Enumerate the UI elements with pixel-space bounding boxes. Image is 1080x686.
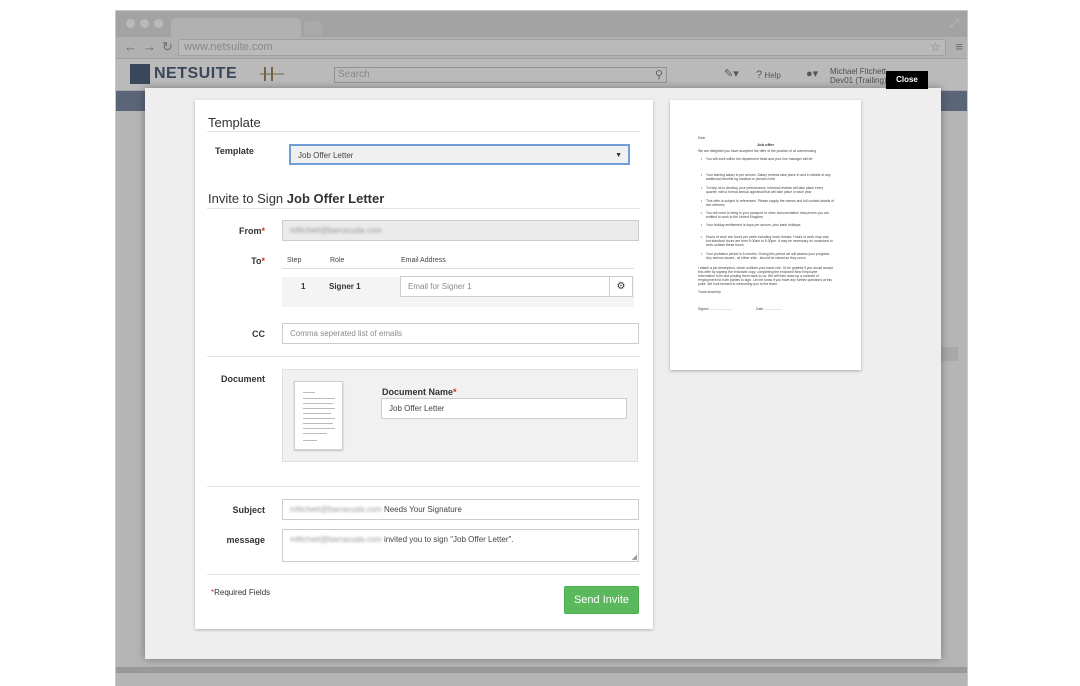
subject-sender: mfitchett@barracuda.com (290, 505, 382, 514)
document-name-input[interactable]: Job Offer Letter (381, 398, 627, 419)
invite-form-panel: Template Template Job Offer Letter ▼ Inv… (195, 100, 653, 629)
thumb-line (303, 398, 335, 399)
thumb-line (303, 413, 331, 414)
template-label: Template (215, 146, 254, 156)
preview-title: Job offer (756, 142, 775, 147)
signer-step: 1 (301, 282, 306, 291)
to-label: To* (215, 256, 265, 266)
preview-item: This offer is subject to references. Ple… (706, 199, 834, 207)
message-textarea[interactable]: mfitchett@barracuda.com invited you to s… (282, 529, 639, 562)
preview-item-bullet: • (701, 235, 703, 239)
preview-item-bullet: • (701, 186, 703, 190)
preview-greeting: Dear (698, 136, 706, 140)
thumb-line (303, 428, 335, 429)
preview-item-bullet: • (701, 199, 703, 203)
required-fields-note: *Required Fields (211, 588, 270, 597)
thumb-line (303, 408, 335, 409)
thumb-line (303, 392, 315, 393)
preview-item: Hours of work are hours per week includi… (706, 235, 833, 247)
thumb-line (303, 423, 333, 424)
invite-heading-doc: Job Offer Letter (286, 191, 385, 206)
cc-label: CC (252, 329, 265, 339)
sign-invite-dialog: Template Template Job Offer Letter ▼ Inv… (145, 88, 941, 659)
message-rest: invited you to sign "Job Offer Letter". (381, 535, 514, 544)
step-column-header: Step (287, 257, 302, 264)
template-selected-value: Job Offer Letter (298, 151, 354, 160)
subject-label: Subject (232, 505, 265, 515)
thumb-line (303, 433, 327, 434)
divider (207, 356, 640, 357)
from-field: mfitchett@barracuda.com (282, 220, 639, 241)
preview-signoff: Yours sincerely (698, 290, 721, 294)
cc-input[interactable]: Comma seperated list of emails (282, 323, 639, 344)
invite-heading: Invite to Sign Job Offer Letter (208, 191, 384, 206)
required-asterisk: * (453, 387, 457, 397)
invite-heading-prefix: Invite to Sign (208, 191, 287, 206)
preview-intro: We are delighted you have accepted the o… (698, 149, 817, 153)
preview-item-bullet: • (701, 252, 703, 256)
message-sender: mfitchett@barracuda.com (290, 535, 382, 544)
document-label: Document (220, 374, 265, 384)
table-divider (282, 268, 634, 269)
send-invite-button[interactable]: Send Invite (564, 586, 639, 614)
close-button[interactable]: Close (886, 71, 928, 89)
from-label-text: From (238, 226, 262, 236)
document-name-label: Document Name* (382, 387, 457, 397)
from-label: From* (215, 226, 265, 236)
template-heading: Template (208, 115, 261, 130)
document-name-label-text: Document Name (382, 387, 454, 397)
document-preview: Dear Job offer We are delighted you have… (670, 100, 861, 370)
chevron-down-icon: ▼ (615, 152, 622, 159)
thumb-line (303, 403, 333, 404)
message-label: message (226, 535, 265, 545)
preview-item: Your starting salary is per annum. Salar… (706, 173, 831, 181)
document-card: Document Name* Job Offer Letter (282, 369, 638, 462)
divider (207, 486, 640, 487)
preview-item: You will need to bring in your passport … (706, 211, 829, 219)
gear-icon[interactable]: ⚙ (609, 277, 632, 296)
signer-email-input[interactable]: Email for Signer 1 ⚙ (400, 276, 633, 297)
email-column-header: Email Address (401, 257, 446, 264)
template-select[interactable]: Job Offer Letter ▼ (289, 144, 630, 165)
signer-email-placeholder: Email for Signer 1 (408, 282, 472, 291)
preview-item: Your holiday entitlement is days per ann… (706, 223, 801, 227)
preview-item: To help us to develop your performance, … (706, 186, 824, 194)
required-asterisk: * (261, 256, 265, 266)
thumb-line (303, 440, 317, 441)
preview-item-bullet: • (701, 211, 703, 215)
cc-placeholder: Comma seperated list of emails (290, 329, 403, 338)
document-name-value: Job Offer Letter (389, 404, 445, 413)
signer-row: 1 Signer 1 Email for Signer 1 ⚙ (282, 276, 634, 307)
divider (207, 574, 640, 575)
document-thumbnail[interactable] (294, 381, 343, 450)
preview-signed: Signed ......................... (698, 307, 734, 311)
preview-item-bullet: • (701, 157, 703, 161)
divider (207, 131, 640, 132)
preview-closing: I attach a job description, which outlin… (698, 266, 834, 286)
preview-item-bullet: • (701, 173, 703, 177)
subject-input[interactable]: mfitchett@barracuda.com Needs Your Signa… (282, 499, 639, 520)
preview-item: Your probation period is 6 months. Durin… (706, 252, 831, 260)
preview-item-bullet: • (701, 223, 703, 227)
required-note-text: Required Fields (214, 588, 271, 597)
preview-item: You will work within the department head… (706, 157, 813, 161)
role-column-header: Role (330, 257, 345, 264)
divider (207, 208, 640, 209)
required-asterisk: * (261, 226, 265, 236)
from-value: mfitchett@barracuda.com (290, 226, 382, 235)
signer-role: Signer 1 (329, 282, 361, 291)
to-label-text: To (251, 256, 262, 266)
subject-rest: Needs Your Signature (381, 505, 462, 514)
preview-date: Date ................... (756, 307, 783, 311)
resize-handle-icon[interactable]: ◢ (632, 554, 637, 561)
thumb-line (303, 418, 335, 419)
